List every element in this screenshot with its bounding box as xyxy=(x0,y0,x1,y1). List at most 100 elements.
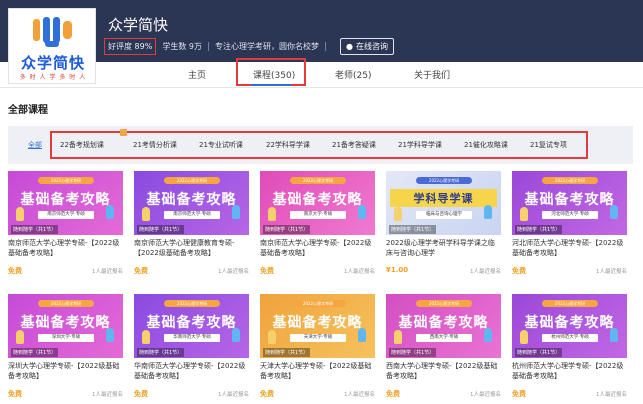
course-thumbnail[interactable]: 2022心理学考研 学科导学课 临床与咨询心理学 随到随学（共1节） xyxy=(386,171,501,235)
year-pill: 2022心理学考研 xyxy=(164,300,220,307)
tab-home[interactable]: 主页 xyxy=(188,68,206,81)
course-title[interactable]: 杭州师范大学心理学专硕-【2022级基础备考攻略】 xyxy=(512,361,627,383)
year-pill: 2022心理学考研 xyxy=(542,177,598,184)
consult-button[interactable]: ● 在线咨询 xyxy=(339,38,394,55)
thumbnail-headline: 基础备考攻略 xyxy=(20,315,111,331)
thumbnail-headline: 基础备考攻略 xyxy=(272,315,363,331)
thumbnail-subtitle: 华南师范大学·专硕 xyxy=(164,334,220,342)
enroll-count: 1人最近报名 xyxy=(92,269,123,275)
course-thumbnail[interactable]: 2022心理学考研 基础备考攻略 南京师范大学·专硕 随到随学（共1节） xyxy=(8,171,123,235)
student-illustration-icon xyxy=(142,330,150,344)
student-illustration-icon xyxy=(394,330,402,344)
lesson-count-badge: 随到随学（共1节） xyxy=(515,225,563,234)
student-illustration-icon xyxy=(484,205,492,219)
course-title[interactable]: 南京师范大学心理学专硕-【2022级基础备考攻略】 xyxy=(8,238,123,260)
lesson-count-badge: 随到随学（共1节） xyxy=(11,348,59,357)
course-price: 免费 xyxy=(260,390,274,398)
course-card[interactable]: 2022心理学考研 基础备考攻略 深圳大学·专硕 随到随学（共1节） 深圳大学心… xyxy=(8,294,123,404)
year-pill: 2022心理学考研 xyxy=(38,177,94,184)
tab-teachers[interactable]: 老师(25) xyxy=(335,68,371,81)
course-price: 免费 xyxy=(8,390,22,398)
enroll-count: 1人最近报名 xyxy=(92,392,123,398)
enroll-count: 1人最近报名 xyxy=(596,392,627,398)
course-thumbnail[interactable]: 2022心理学考研 基础备考攻略 南京大学·专硕 随到随学（共1节） xyxy=(260,171,375,235)
course-title[interactable]: 2022级心理学考研学科导学课之临床与咨询心理学 xyxy=(386,238,501,260)
enroll-count: 1人最近报名 xyxy=(218,269,249,275)
course-card[interactable]: 2022心理学考研 基础备考攻略 南京大学·专硕 随到随学（共1节） 南京师范大… xyxy=(260,171,375,285)
rating-badge: 好评度 89% xyxy=(104,38,157,55)
hot-tag-icon xyxy=(120,129,127,136)
course-price: 免费 xyxy=(512,390,526,398)
lesson-count-badge: 随到随学（共1节） xyxy=(389,348,437,357)
student-illustration-icon xyxy=(358,205,366,219)
student-illustration-icon xyxy=(610,205,618,219)
thumbnail-headline: 基础备考攻略 xyxy=(146,192,237,208)
year-pill: 2022心理学考研 xyxy=(164,177,220,184)
course-card[interactable]: 2022心理学考研 学科导学课 临床与咨询心理学 随到随学（共1节） 2022级… xyxy=(386,171,501,285)
student-illustration-icon xyxy=(268,207,276,221)
filter-all[interactable]: 全部 xyxy=(28,140,42,150)
thumbnail-subtitle: 南京大学·专硕 xyxy=(290,211,346,219)
thumbnail-headline: 基础备考攻略 xyxy=(146,315,237,331)
course-card[interactable]: 2022心理学考研 基础备考攻略 华南师范大学·专硕 随到随学（共1节） 华南师… xyxy=(134,294,249,404)
thumbnail-subtitle: 天津大学·专硕 xyxy=(290,334,346,342)
logo-mark-icon xyxy=(33,17,72,47)
thumbnail-headline: 基础备考攻略 xyxy=(524,315,615,331)
course-title[interactable]: 天津大学心理学专硕-【2022级基础备考攻略】 xyxy=(260,361,375,383)
course-thumbnail[interactable]: 2022心理学考研 基础备考攻略 天津大学·专硕 随到随学（共1节） xyxy=(260,294,375,358)
course-thumbnail[interactable]: 2022心理学考研 基础备考攻略 杭州师范大学·专硕 随到随学（共1节） xyxy=(512,294,627,358)
lesson-count-badge: 随到随学（共1节） xyxy=(11,225,59,234)
enroll-count: 1人最近报名 xyxy=(344,392,375,398)
course-title[interactable]: 南京师范大学心理学专硕-【2022级基础备考攻略】 xyxy=(260,238,375,260)
student-illustration-icon xyxy=(106,205,114,219)
student-illustration-icon xyxy=(106,328,114,342)
divider xyxy=(324,42,326,51)
lesson-count-badge: 随到随学（共1节） xyxy=(137,225,185,234)
thumbnail-subtitle: 河北师范大学·专硕 xyxy=(542,211,598,219)
course-price: 免费 xyxy=(512,267,526,275)
tab-about[interactable]: 关于我们 xyxy=(414,68,450,81)
active-tab-indicator xyxy=(251,84,291,86)
year-pill: 2022心理学考研 xyxy=(290,300,346,307)
course-title[interactable]: 南京师范大学心理健康教育专硕-【2022级基础备考攻略】 xyxy=(134,238,249,260)
course-card[interactable]: 2022心理学考研 基础备考攻略 河北师范大学·专硕 随到随学（共1节） 河北师… xyxy=(512,171,627,285)
thumbnail-headline: 基础备考攻略 xyxy=(524,192,615,208)
lesson-count-badge: 随到随学（共1节） xyxy=(389,225,437,234)
logo-text: 众学简快 xyxy=(20,54,85,72)
thumbnail-subtitle: 西南大学·专硕 xyxy=(416,334,472,342)
course-thumbnail[interactable]: 2022心理学考研 基础备考攻略 河北师范大学·专硕 随到随学（共1节） xyxy=(512,171,627,235)
thumbnail-headline: 基础备考攻略 xyxy=(272,192,363,208)
course-title[interactable]: 华南师范大学心理学专硕-【2022级基础备考攻略】 xyxy=(134,361,249,383)
course-thumbnail[interactable]: 2022心理学考研 基础备考攻略 华南师范大学·专硕 随到随学（共1节） xyxy=(134,294,249,358)
lesson-count-badge: 随到随学（共1节） xyxy=(515,348,563,357)
course-thumbnail[interactable]: 2022心理学考研 基础备考攻略 南京师范大学·专硕 随到随学（共1节） xyxy=(134,171,249,235)
course-thumbnail[interactable]: 2022心理学考研 基础备考攻略 西南大学·专硕 随到随学（共1节） xyxy=(386,294,501,358)
thumbnail-subtitle: 南京师范大学·专硕 xyxy=(164,211,220,219)
course-card[interactable]: 2022心理学考研 基础备考攻略 天津大学·专硕 随到随学（共1节） 天津大学心… xyxy=(260,294,375,404)
year-pill: 2022心理学考研 xyxy=(542,300,598,307)
logo-slogan: 多 时 人 学 多 时 人 xyxy=(19,74,87,81)
enroll-count: 1人最近报名 xyxy=(218,392,249,398)
course-price: 免费 xyxy=(386,390,400,398)
student-illustration-icon xyxy=(268,330,276,344)
course-price: 免费 xyxy=(134,267,148,275)
tab-courses-highlight xyxy=(236,58,306,86)
course-price: 免费 xyxy=(260,267,274,275)
course-card[interactable]: 2022心理学考研 基础备考攻略 南京师范大学·专硕 随到随学（共1节） 南京师… xyxy=(8,171,123,285)
student-illustration-icon xyxy=(610,328,618,342)
student-illustration-icon xyxy=(142,207,150,221)
student-illustration-icon xyxy=(16,330,24,344)
shop-name: 众学简快 xyxy=(108,16,169,34)
course-price: 免费 xyxy=(8,267,22,275)
course-title[interactable]: 西南大学心理学专硕-【2022级基础备考攻略】 xyxy=(386,361,501,383)
course-thumbnail[interactable]: 2022心理学考研 基础备考攻略 深圳大学·专硕 随到随学（共1节） xyxy=(8,294,123,358)
course-card[interactable]: 2022心理学考研 基础备考攻略 西南大学·专硕 随到随学（共1节） 西南大学心… xyxy=(386,294,501,404)
course-title[interactable]: 河北师范大学心理学专硕-【2022级基础备考攻略】 xyxy=(512,238,627,260)
course-title[interactable]: 深圳大学心理学专硕-【2022级基础备考攻略】 xyxy=(8,361,123,383)
course-price: ¥1.00 xyxy=(386,266,409,274)
course-card[interactable]: 2022心理学考研 基础备考攻略 南京师范大学·专硕 随到随学（共1节） 南京师… xyxy=(134,171,249,285)
shop-logo[interactable]: 众学简快 多 时 人 学 多 时 人 xyxy=(8,8,96,84)
student-illustration-icon xyxy=(232,205,240,219)
year-pill: 2022心理学考研 xyxy=(38,300,94,307)
course-card[interactable]: 2022心理学考研 基础备考攻略 杭州师范大学·专硕 随到随学（共1节） 杭州师… xyxy=(512,294,627,404)
